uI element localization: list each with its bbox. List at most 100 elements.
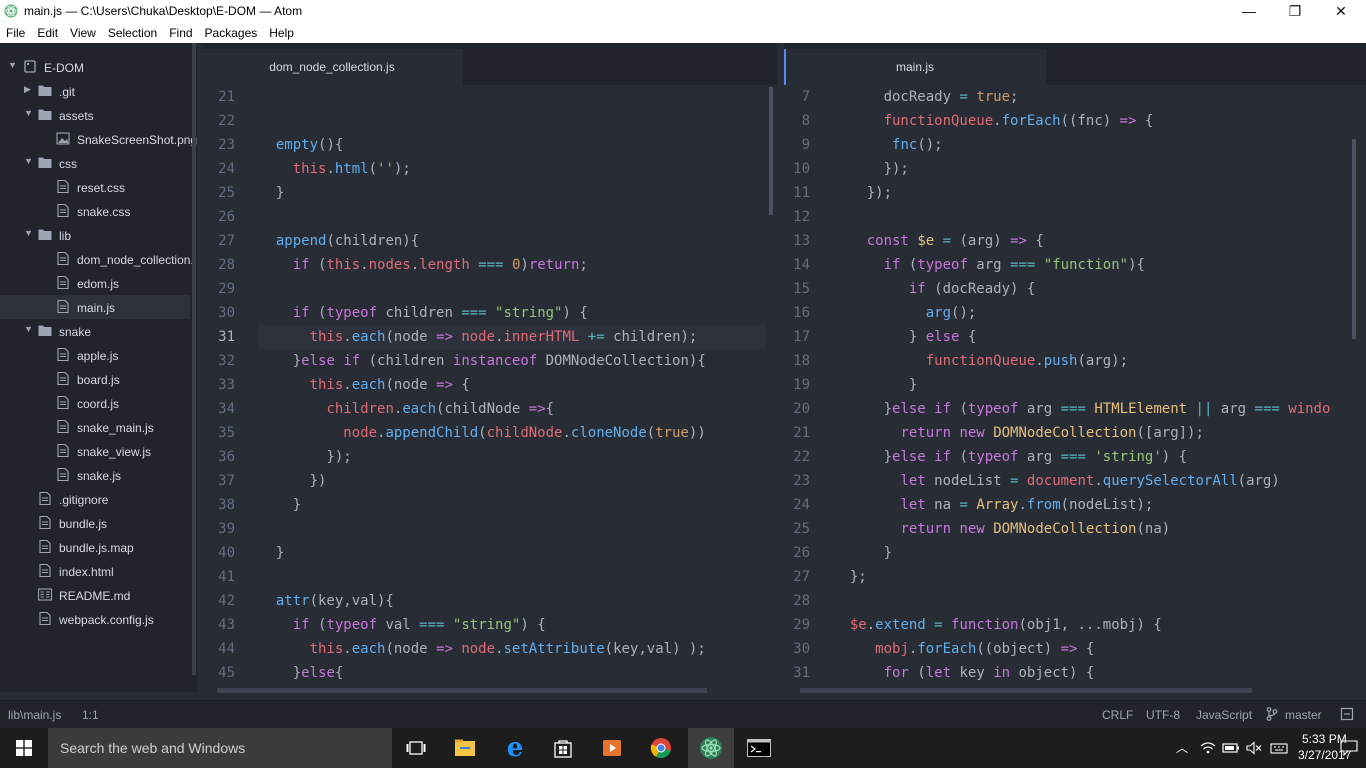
code-line[interactable]: }; <box>833 565 867 589</box>
tree-file[interactable]: webpack.config.js <box>0 607 190 631</box>
code-line[interactable]: append(children){ <box>259 229 419 253</box>
left-vertical-scrollbar[interactable] <box>769 87 773 215</box>
code-line[interactable]: return new DOMNodeCollection(na) <box>833 517 1170 541</box>
code-line[interactable]: } <box>833 541 892 565</box>
menu-file[interactable]: File <box>0 22 31 43</box>
code-line[interactable]: functionQueue.push(arg); <box>833 349 1128 373</box>
tree-file[interactable]: snake.css <box>0 199 190 223</box>
maximize-button[interactable]: ❐ <box>1272 0 1318 22</box>
status-git-branch[interactable]: master <box>1285 708 1322 722</box>
tree-file[interactable]: snake_view.js <box>0 439 190 463</box>
tree-file[interactable]: apple.js <box>0 343 190 367</box>
code-line[interactable]: if (typeof val === "string") { <box>259 613 546 637</box>
wifi-icon[interactable] <box>1200 741 1216 755</box>
tree-folder[interactable]: ▼ css <box>0 151 190 175</box>
status-encoding[interactable]: UTF-8 <box>1146 708 1180 722</box>
menu-find[interactable]: Find <box>163 22 198 43</box>
code-line[interactable]: let nodeList = document.querySelectorAll… <box>833 469 1279 493</box>
code-line[interactable]: }); <box>833 181 892 205</box>
tree-folder[interactable]: ▶ .git <box>0 79 190 103</box>
code-line[interactable]: } <box>259 493 301 517</box>
file-explorer-icon[interactable] <box>449 734 481 762</box>
minimize-button[interactable]: — <box>1226 0 1272 22</box>
menu-view[interactable]: View <box>64 22 102 43</box>
code-line[interactable]: attr(key,val){ <box>259 589 394 613</box>
right-horizontal-scrollbar[interactable] <box>800 688 1252 693</box>
tree-file[interactable]: coord.js <box>0 391 190 415</box>
edge-browser-icon[interactable]: e <box>499 733 531 763</box>
repo-status-icon[interactable] <box>1340 707 1354 721</box>
code-line[interactable]: }) <box>259 469 327 493</box>
code-line[interactable]: for (let key in object) { <box>833 661 1095 685</box>
tree-file[interactable]: board.js <box>0 367 190 391</box>
menu-edit[interactable]: Edit <box>31 22 64 43</box>
code-line[interactable]: if (docReady) { <box>833 277 1035 301</box>
status-line-ending[interactable]: CRLF <box>1102 708 1133 722</box>
tree-file[interactable]: edom.js <box>0 271 190 295</box>
atom-taskbar-icon[interactable] <box>688 728 734 768</box>
code-line[interactable]: node.appendChild(childNode.cloneNode(tru… <box>259 421 705 445</box>
code-line[interactable]: if (typeof children === "string") { <box>259 301 588 325</box>
chrome-icon[interactable] <box>645 734 677 762</box>
status-cursor-position[interactable]: 1:1 <box>82 708 99 722</box>
code-line[interactable]: empty(){ <box>259 133 343 157</box>
code-line[interactable]: docReady = true; <box>833 85 1019 109</box>
code-line[interactable]: }); <box>259 445 351 469</box>
tree-file[interactable]: bundle.js.map <box>0 535 190 559</box>
tree-root[interactable]: ▼ E-DOM <box>0 55 190 79</box>
terminal-icon[interactable] <box>743 734 775 762</box>
right-vertical-scrollbar[interactable] <box>1352 139 1356 339</box>
code-line[interactable]: } else { <box>833 325 976 349</box>
media-player-icon[interactable] <box>596 734 628 762</box>
code-line[interactable]: return new DOMNodeCollection([arg]); <box>833 421 1203 445</box>
tree-folder[interactable]: ▼ assets <box>0 103 190 127</box>
tree-file[interactable]: README.md <box>0 583 190 607</box>
tab-main-js[interactable]: main.js <box>784 49 1046 85</box>
code-line[interactable]: $e.extend = function(obj1, ...mobj) { <box>833 613 1162 637</box>
left-horizontal-scrollbar[interactable] <box>217 688 707 693</box>
code-line[interactable]: }); <box>833 157 909 181</box>
close-button[interactable]: ✕ <box>1318 0 1364 22</box>
windows-start-icon[interactable] <box>16 740 32 756</box>
notifications-icon[interactable] <box>1340 740 1358 756</box>
code-line[interactable]: arg(); <box>833 301 977 325</box>
menu-help[interactable]: Help <box>263 22 300 43</box>
code-line[interactable]: }else if (children instanceof DOMNodeCol… <box>259 349 706 373</box>
code-line[interactable]: children.each(childNode =>{ <box>259 397 554 421</box>
code-line[interactable]: this.each(node => node.setAttribute(key,… <box>259 637 706 661</box>
tree-file[interactable]: index.html <box>0 559 190 583</box>
status-grammar[interactable]: JavaScript <box>1196 708 1252 722</box>
store-icon[interactable] <box>547 734 579 762</box>
tree-file[interactable]: main.js <box>0 295 190 319</box>
task-view-icon[interactable] <box>400 734 432 762</box>
volume-muted-icon[interactable] <box>1246 741 1262 755</box>
code-line[interactable]: this.html(''); <box>259 157 411 181</box>
code-line[interactable]: functionQueue.forEach((fnc) => { <box>833 109 1154 133</box>
menu-packages[interactable]: Packages <box>199 22 264 43</box>
code-line[interactable]: this.each(node => { <box>259 373 470 397</box>
tree-file[interactable]: snake_main.js <box>0 415 190 439</box>
keyboard-icon[interactable] <box>1270 740 1288 756</box>
code-line[interactable]: let na = Array.from(nodeList); <box>833 493 1153 517</box>
code-line[interactable]: if (typeof arg === "function"){ <box>833 253 1145 277</box>
code-line[interactable]: }else if (typeof arg === 'string') { <box>833 445 1188 469</box>
code-line[interactable]: if (this.nodes.length === 0)return; <box>259 253 588 277</box>
code-line[interactable]: this.each(node => node.innerHTML += chil… <box>259 325 698 349</box>
code-line[interactable]: } <box>259 181 284 205</box>
tree-scrollbar[interactable] <box>192 43 196 675</box>
tree-file[interactable]: snake.js <box>0 463 190 487</box>
code-line[interactable]: }else if (typeof arg === HTMLElement || … <box>833 397 1331 421</box>
code-line[interactable]: }else{ <box>259 661 344 685</box>
taskbar-search-box[interactable]: Search the web and Windows <box>48 728 392 768</box>
code-line[interactable]: } <box>259 541 284 565</box>
menu-selection[interactable]: Selection <box>102 22 163 43</box>
code-line[interactable]: } <box>833 373 917 397</box>
tree-folder[interactable]: ▼ snake <box>0 319 190 343</box>
tab-dom-node-collection[interactable]: dom_node_collection.js <box>201 49 463 85</box>
battery-icon[interactable] <box>1222 741 1240 755</box>
tree-file[interactable]: reset.css <box>0 175 190 199</box>
tree-file[interactable]: bundle.js <box>0 511 190 535</box>
code-line[interactable]: const $e = (arg) => { <box>833 229 1044 253</box>
code-line[interactable]: fnc(); <box>833 133 943 157</box>
tree-file[interactable]: dom_node_collection.js <box>0 247 197 271</box>
